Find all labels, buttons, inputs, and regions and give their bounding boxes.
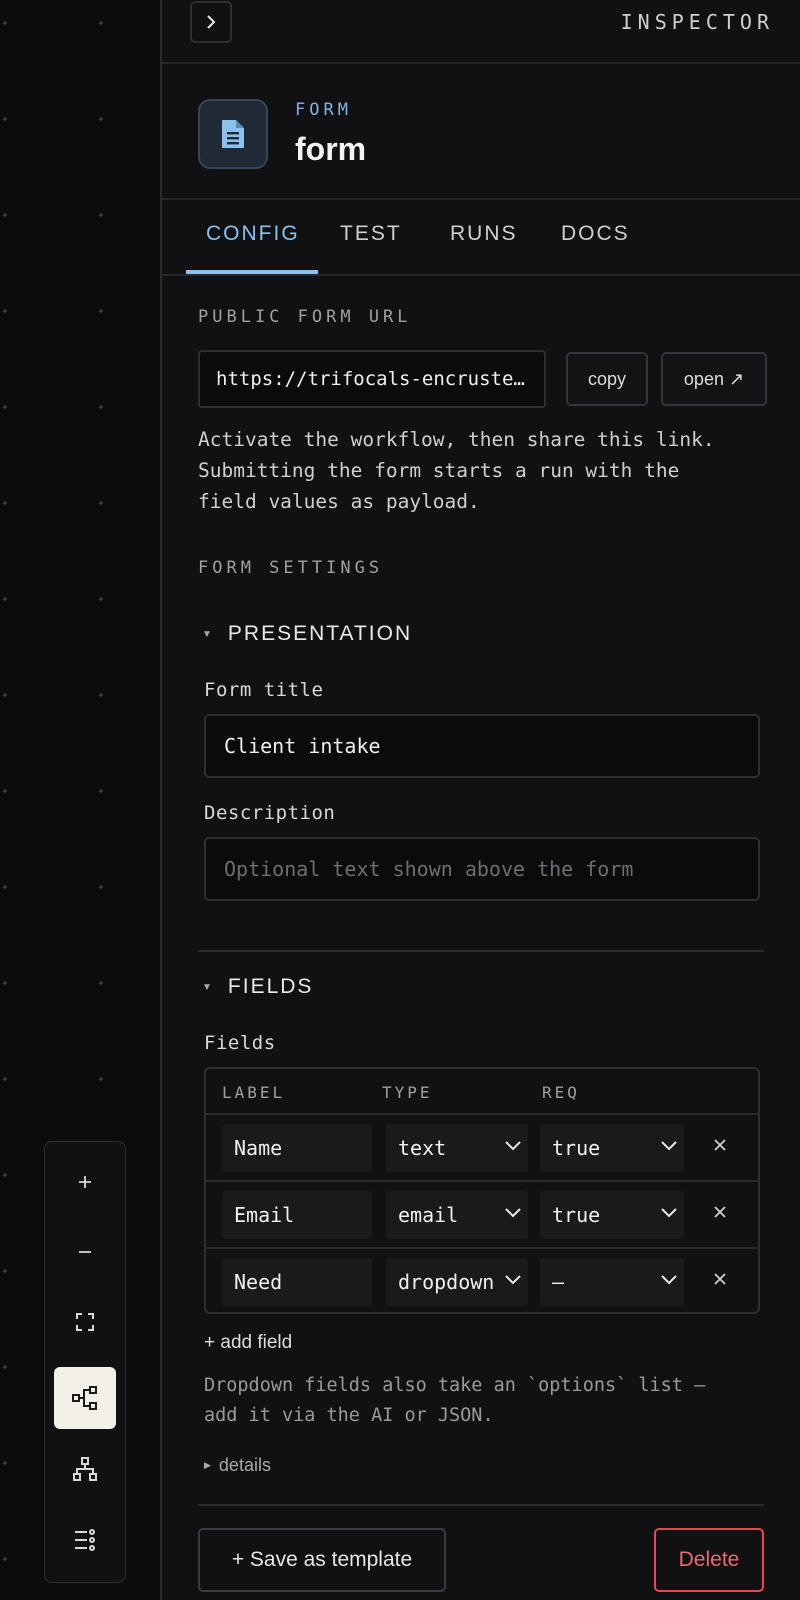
node-kind: FORM: [295, 100, 352, 120]
close-icon: [714, 1206, 726, 1218]
list-view-button[interactable]: [54, 1509, 116, 1571]
fields-label: Fields: [204, 1032, 276, 1054]
form-settings-section-label: FORM SETTINGS: [198, 558, 384, 578]
details-label: details: [218, 1455, 271, 1475]
field-type-value: text: [398, 1136, 447, 1160]
fit-view-icon: [76, 1313, 94, 1331]
chevron-down-icon: [505, 1141, 521, 1151]
field-required-value: true: [552, 1203, 601, 1227]
document-icon: [198, 99, 268, 169]
list-icon: [75, 1529, 95, 1551]
inspector-title: INSPECTOR: [620, 10, 774, 34]
column-header-req: REQ: [542, 1083, 580, 1102]
save-as-template-button[interactable]: + Save as template: [198, 1528, 446, 1592]
close-icon: [714, 1273, 726, 1285]
field-type-select[interactable]: text: [386, 1124, 528, 1172]
caret-down-icon: ▼: [202, 981, 214, 993]
chevron-down-icon: [505, 1208, 521, 1218]
field-label-input[interactable]: Need: [222, 1258, 372, 1306]
public-url-hint: Activate the workflow, then share this l…: [198, 424, 715, 517]
remove-field-button[interactable]: [708, 1267, 732, 1291]
table-row: Need dropdown —: [206, 1247, 758, 1314]
remove-field-button[interactable]: [708, 1200, 732, 1224]
copy-url-button[interactable]: copy: [566, 352, 648, 406]
field-type-value: dropdown: [398, 1270, 495, 1294]
chevron-down-icon: [661, 1275, 677, 1285]
chevron-down-icon: [661, 1141, 677, 1151]
delete-node-button[interactable]: Delete: [654, 1528, 764, 1592]
field-required-value: true: [552, 1136, 601, 1160]
table-row: Email email true: [206, 1180, 758, 1247]
column-header-label: LABEL: [222, 1083, 286, 1102]
close-icon: [714, 1139, 726, 1151]
description-input[interactable]: Optional text shown above the form: [204, 837, 760, 901]
inspector-panel: INSPECTOR FORM form CONFIG TEST RUNS DOC…: [160, 0, 800, 1600]
fit-view-button[interactable]: [54, 1291, 116, 1353]
field-type-value: email: [398, 1203, 459, 1227]
presentation-heading: PRESENTATION: [227, 622, 413, 645]
inspector-topbar: INSPECTOR: [162, 0, 800, 64]
node-header: FORM form: [162, 64, 800, 200]
description-label: Description: [204, 802, 336, 824]
collapse-panel-button[interactable]: [190, 1, 232, 43]
column-header-type: TYPE: [382, 1083, 433, 1102]
field-label-input[interactable]: Name: [222, 1124, 372, 1172]
node-name: form: [295, 131, 367, 167]
chevron-down-icon: [504, 1274, 522, 1286]
tree-layout-icon: [73, 1457, 97, 1481]
plus-icon: [79, 1176, 91, 1188]
canvas-controls: [44, 1141, 126, 1583]
details-toggle[interactable]: ▶ details: [204, 1455, 271, 1476]
layout-flow-button[interactable]: [54, 1367, 116, 1429]
caret-right-icon: ▶: [204, 1460, 211, 1470]
fields-group-toggle[interactable]: ▼ FIELDS: [202, 975, 313, 999]
public-url-section-label: PUBLIC FORM URL: [198, 307, 412, 327]
hint-line: Activate the workflow, then share this l…: [198, 428, 715, 451]
field-required-select[interactable]: true: [540, 1191, 684, 1239]
open-url-button[interactable]: open ↗: [661, 352, 767, 406]
add-field-button[interactable]: + add field: [204, 1332, 292, 1354]
form-title-input[interactable]: Client intake: [204, 714, 760, 778]
table-row: Name text true: [206, 1113, 758, 1180]
field-label-input[interactable]: Email: [222, 1191, 372, 1239]
flow-layout-icon: [72, 1386, 97, 1410]
fields-hint: Dropdown fields also take an `options` l…: [204, 1371, 705, 1431]
chevron-down-icon: [661, 1208, 677, 1218]
field-type-select[interactable]: email: [386, 1191, 528, 1239]
tab-config[interactable]: CONFIG: [206, 222, 300, 246]
minus-icon: [79, 1251, 91, 1253]
zoom-in-button[interactable]: [54, 1151, 116, 1213]
inspector-tabs: CONFIG TEST RUNS DOCS: [162, 200, 800, 276]
public-url-field[interactable]: https://trifocals-encrusted.example/form: [198, 350, 546, 408]
field-required-select[interactable]: true: [540, 1124, 684, 1172]
section-divider: [198, 950, 764, 952]
hint-line: add it via the AI or JSON.: [204, 1405, 494, 1426]
tab-runs[interactable]: RUNS: [450, 222, 518, 246]
tab-test[interactable]: TEST: [340, 222, 402, 246]
tab-docs[interactable]: DOCS: [561, 222, 630, 246]
form-title-label: Form title: [204, 679, 324, 701]
field-required-value: —: [552, 1270, 565, 1294]
chevron-right-icon: [207, 15, 216, 29]
footer-divider: [198, 1504, 764, 1506]
hint-line: Submitting the form starts a run with th…: [198, 459, 680, 482]
fields-heading: FIELDS: [227, 975, 314, 998]
hint-line: Dropdown fields also take an `options` l…: [204, 1375, 706, 1396]
hint-line: field values as payload.: [198, 490, 480, 513]
presentation-group-toggle[interactable]: ▼ PRESENTATION: [202, 622, 412, 646]
layout-tree-button[interactable]: [54, 1438, 116, 1500]
zoom-out-button[interactable]: [54, 1221, 116, 1283]
field-type-select[interactable]: dropdown: [386, 1258, 528, 1306]
field-required-select[interactable]: —: [540, 1258, 684, 1306]
active-tab-indicator: [186, 270, 318, 274]
fields-table: LABEL TYPE REQ Name text true Email emai…: [204, 1067, 760, 1314]
caret-down-icon: ▼: [202, 628, 214, 640]
remove-field-button[interactable]: [708, 1133, 732, 1157]
